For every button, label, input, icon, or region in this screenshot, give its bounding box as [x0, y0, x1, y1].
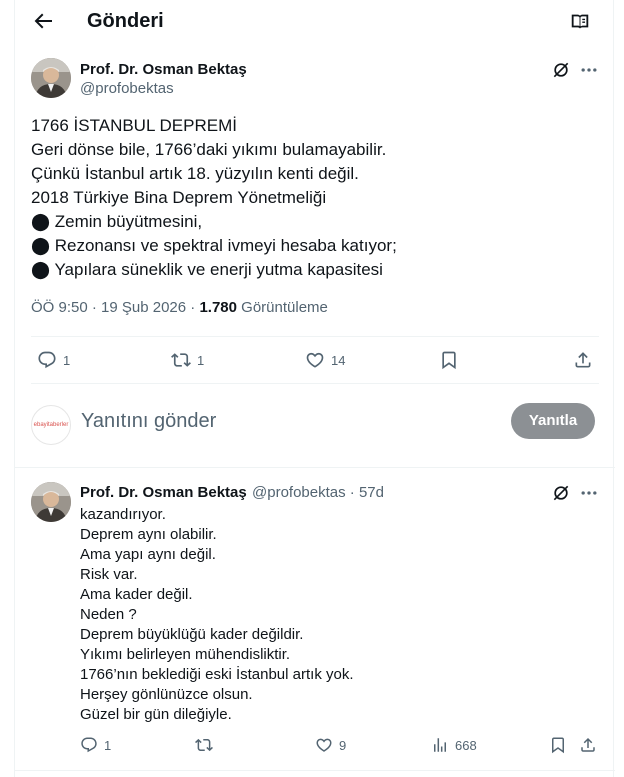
composer-avatar: ebayitaberler — [31, 405, 71, 445]
divider — [31, 383, 599, 384]
reply-like-button[interactable]: 9 — [315, 736, 346, 754]
repost-button[interactable]: 1 — [171, 350, 204, 370]
reply-line: Risk var. — [80, 566, 138, 583]
views-count: 1.780 — [199, 299, 237, 316]
reply-avatar[interactable] — [31, 482, 71, 522]
reply-repost-button[interactable] — [195, 736, 219, 754]
grok-icon[interactable] — [551, 483, 571, 503]
back-arrow-icon[interactable] — [31, 9, 55, 33]
reply-line: Ama kader değil. — [80, 586, 193, 603]
share-icon — [581, 737, 595, 752]
post-line: ⬤ Yapılara süneklik ve enerji yutma kapa… — [31, 260, 383, 279]
reply-text: kazandırıyor. Deprem aynı olabilir. Ama … — [80, 505, 354, 725]
page-title: Gönderi — [87, 10, 164, 32]
post-line: Geri dönse bile, 1766’daki yıkımı bulama… — [31, 140, 387, 159]
reply-line: kazandırıyor. — [80, 506, 166, 523]
reply-input[interactable]: Yanıtını gönder — [81, 408, 216, 434]
reply-count: 1 — [63, 352, 71, 368]
post-line: ⬤ Rezonansı ve spektral ivmeyi hesaba ka… — [31, 236, 397, 255]
reader-icon[interactable] — [569, 10, 591, 32]
repost-count: 1 — [197, 352, 205, 368]
more-icon[interactable] — [579, 60, 599, 80]
reply-icon — [38, 351, 56, 369]
reply-views-button[interactable]: 668 — [431, 736, 477, 754]
grok-icon[interactable] — [551, 60, 571, 80]
post-page: Gönderi Prof. Dr. Osman Bektaş @profobek… — [14, 0, 615, 777]
reply-submit-button[interactable]: Yanıtla — [511, 403, 595, 439]
post-text: 1766 İSTANBUL DEPREMİ Geri dönse bile, 1… — [31, 114, 601, 282]
reply-button[interactable]: 1 — [37, 350, 70, 370]
divider — [15, 770, 615, 771]
reply-line: Deprem büyüklüğü kader değildir. — [80, 626, 304, 643]
repost-icon — [171, 353, 191, 367]
like-icon — [306, 352, 324, 368]
reply-author-handle: @profobektas · 57d — [252, 484, 384, 502]
views-label: Görüntüleme — [241, 299, 328, 316]
reply-reply-button[interactable]: 1 — [80, 736, 111, 754]
like-count: 14 — [331, 352, 346, 368]
bookmark-icon — [442, 351, 456, 370]
share-button[interactable] — [573, 350, 599, 370]
reply-author-name[interactable]: Prof. Dr. Osman Bektaş — [80, 484, 247, 502]
reply-line: Herşey gönlünüzce olsun. — [80, 686, 253, 703]
share-icon — [575, 352, 591, 368]
like-icon — [316, 738, 332, 752]
reply-line: Ama yapı aynı değil. — [80, 546, 216, 563]
reply-age[interactable]: · 57d — [350, 484, 384, 501]
author-name[interactable]: Prof. Dr. Osman Bektaş — [80, 61, 247, 79]
reply-line: Neden ? — [80, 606, 137, 623]
like-button[interactable]: 14 — [305, 350, 345, 370]
header: Gönderi — [15, 0, 615, 42]
divider — [31, 336, 599, 337]
reply-share-button[interactable] — [579, 736, 603, 754]
avatar[interactable] — [31, 58, 71, 98]
reply-line: Deprem aynı olabilir. — [80, 526, 217, 543]
more-icon[interactable] — [579, 483, 599, 503]
reply-reply-count: 1 — [104, 737, 112, 753]
post-line: ⬤ Zemin büyütmesini, — [31, 212, 203, 231]
post-line: 1766 İSTANBUL DEPREMİ — [31, 116, 237, 135]
bookmark-icon — [552, 737, 564, 754]
views-icon — [434, 738, 446, 752]
composer-avatar-text: ebayitaberler — [33, 422, 69, 428]
author-handle[interactable]: @profobektas — [80, 80, 174, 98]
post-line: 2018 Türkiye Bina Deprem Yönetmeliği — [31, 188, 327, 207]
reply-icon — [81, 737, 97, 753]
post-meta: ÖÖ 9:50 · 19 Şub 2026 · 1.780 Görüntülem… — [31, 298, 328, 318]
reply-like-count: 9 — [339, 737, 347, 753]
reply-handle[interactable]: @profobektas — [252, 484, 346, 501]
reply-line: 1766’nın beklediği eski İstanbul artık y… — [80, 666, 354, 683]
reply-line: Yıkımı belirleyen mühendisliktir. — [80, 646, 291, 663]
post-time[interactable]: ÖÖ 9:50 · 19 Şub 2026 · — [31, 299, 195, 316]
reply-views-count: 668 — [455, 737, 477, 753]
post-line: Çünkü İstanbul artık 18. yüzyılın kenti … — [31, 164, 359, 183]
bookmark-button[interactable] — [439, 350, 465, 370]
divider — [15, 467, 615, 468]
reply-line: Güzel bir gün dileğiyle. — [80, 706, 232, 723]
repost-icon — [195, 738, 213, 752]
reply-bookmark-button[interactable] — [549, 736, 573, 754]
